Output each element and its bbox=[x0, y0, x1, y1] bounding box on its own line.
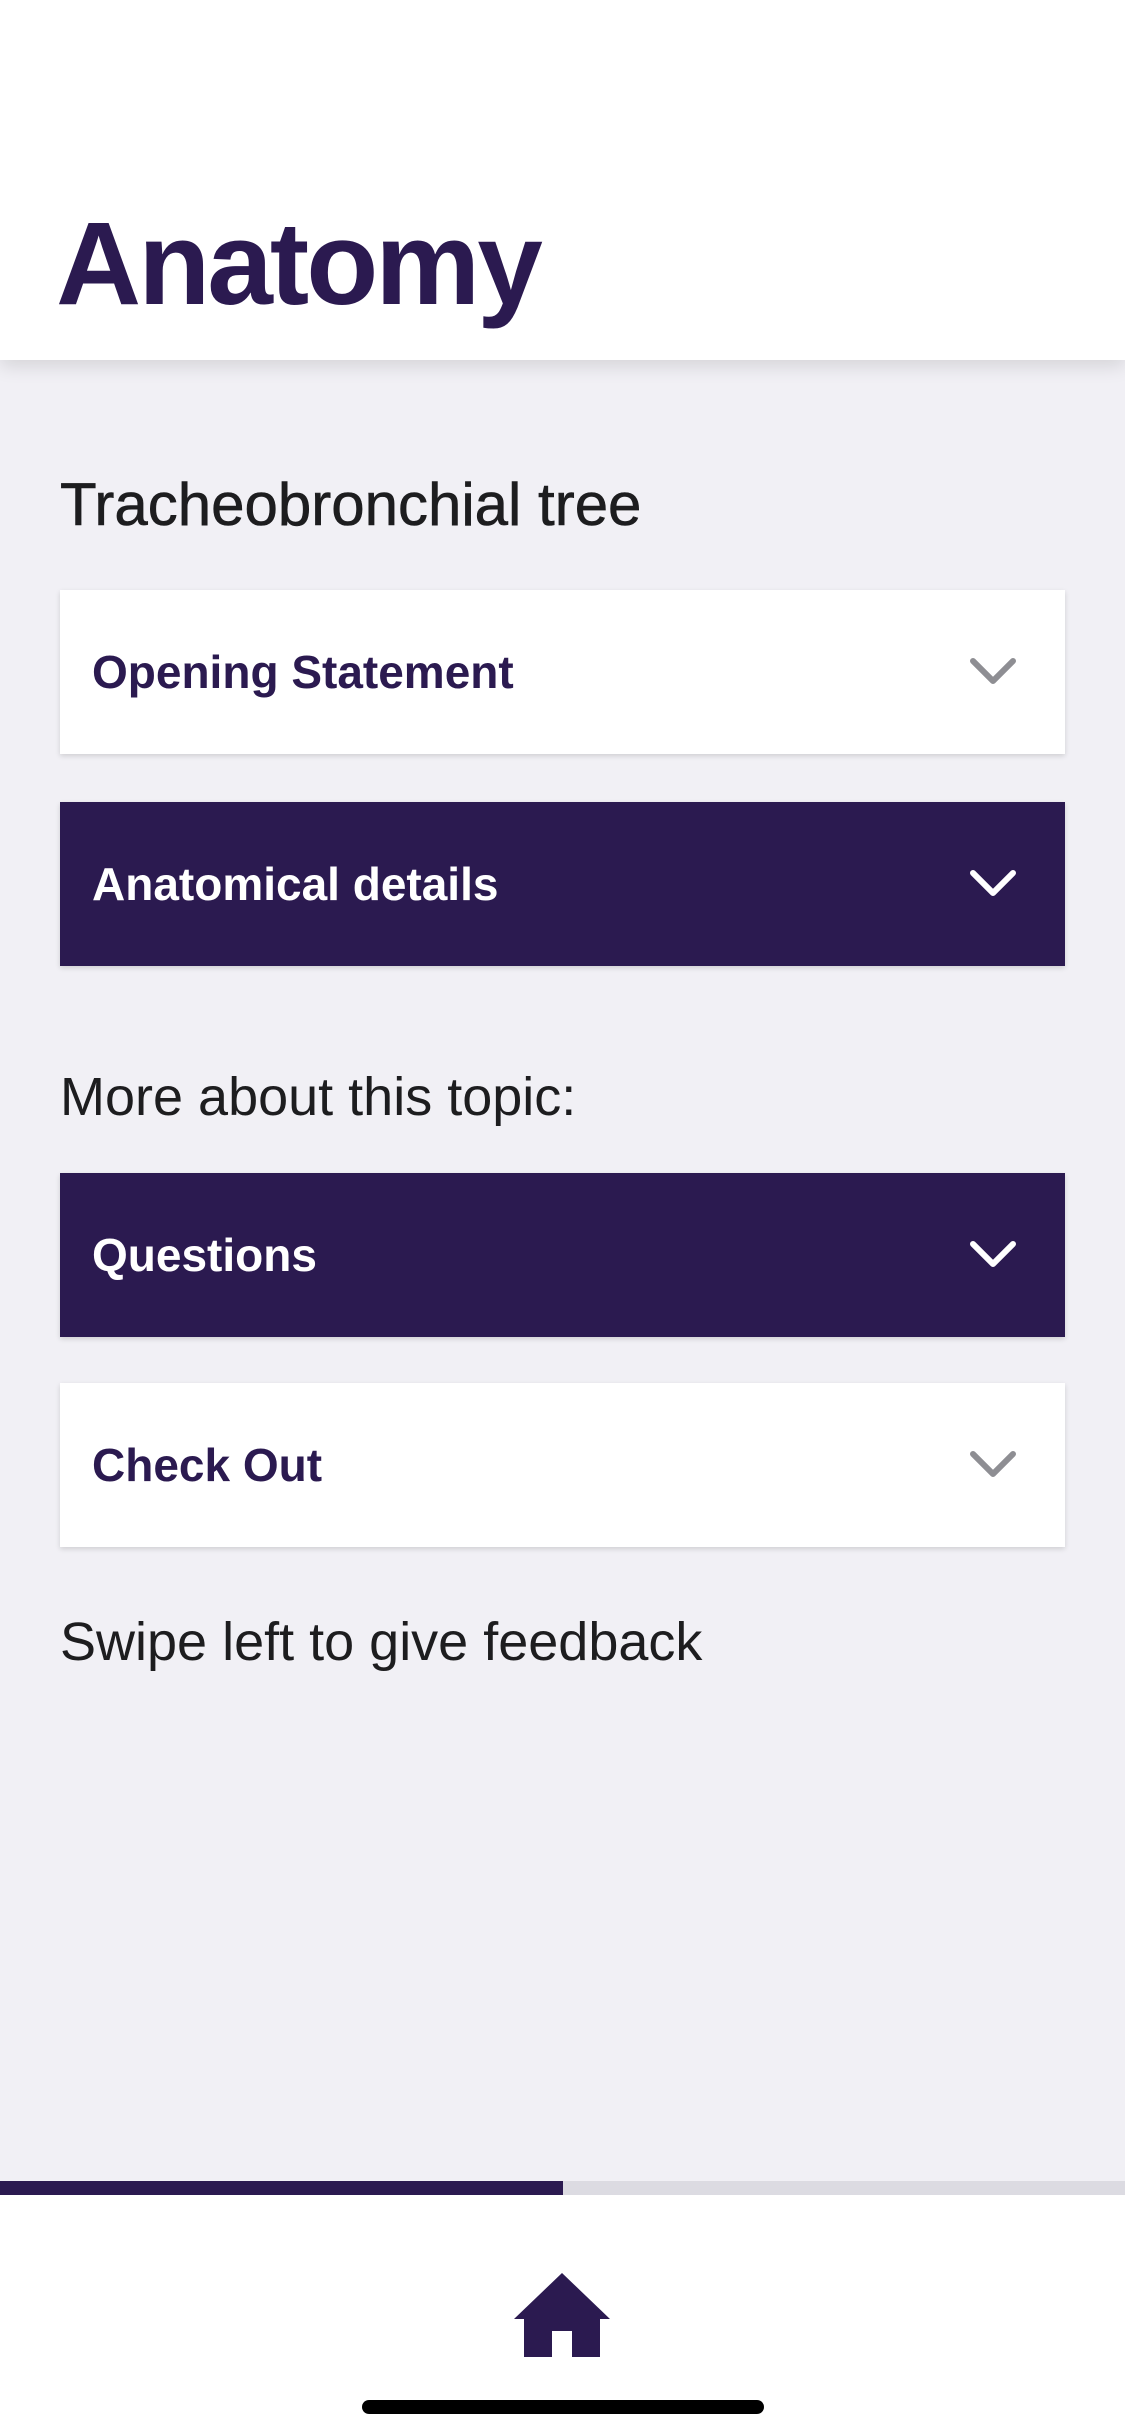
chevron-down-icon bbox=[970, 870, 1016, 896]
feedback-hint: Swipe left to give feedback bbox=[60, 1612, 703, 1672]
accordion-label: Questions bbox=[92, 1229, 317, 1281]
more-about-label: More about this topic: bbox=[60, 1067, 577, 1127]
section-title: Tracheobronchial tree bbox=[60, 471, 642, 538]
accordion-label: Anatomical details bbox=[92, 858, 499, 910]
accordion-label: Opening Statement bbox=[92, 646, 514, 698]
chevron-down-icon bbox=[970, 1241, 1016, 1267]
page-title: Anatomy bbox=[56, 198, 543, 330]
home-indicator[interactable] bbox=[362, 2400, 764, 2414]
check-out-accordion[interactable]: Check Out bbox=[60, 1383, 1065, 1547]
header: Anatomy bbox=[0, 0, 1125, 360]
questions-accordion[interactable]: Questions bbox=[60, 1173, 1065, 1337]
tab-bar bbox=[0, 2195, 1125, 2436]
progress-fill bbox=[0, 2181, 563, 2195]
anatomical-details-accordion[interactable]: Anatomical details bbox=[60, 802, 1065, 966]
progress-bar bbox=[0, 2181, 1125, 2195]
chevron-down-icon bbox=[970, 1451, 1016, 1477]
chevron-down-icon bbox=[970, 658, 1016, 684]
home-icon[interactable] bbox=[510, 2269, 614, 2359]
accordion-label: Check Out bbox=[92, 1439, 323, 1491]
opening-statement-accordion[interactable]: Opening Statement bbox=[60, 590, 1065, 754]
